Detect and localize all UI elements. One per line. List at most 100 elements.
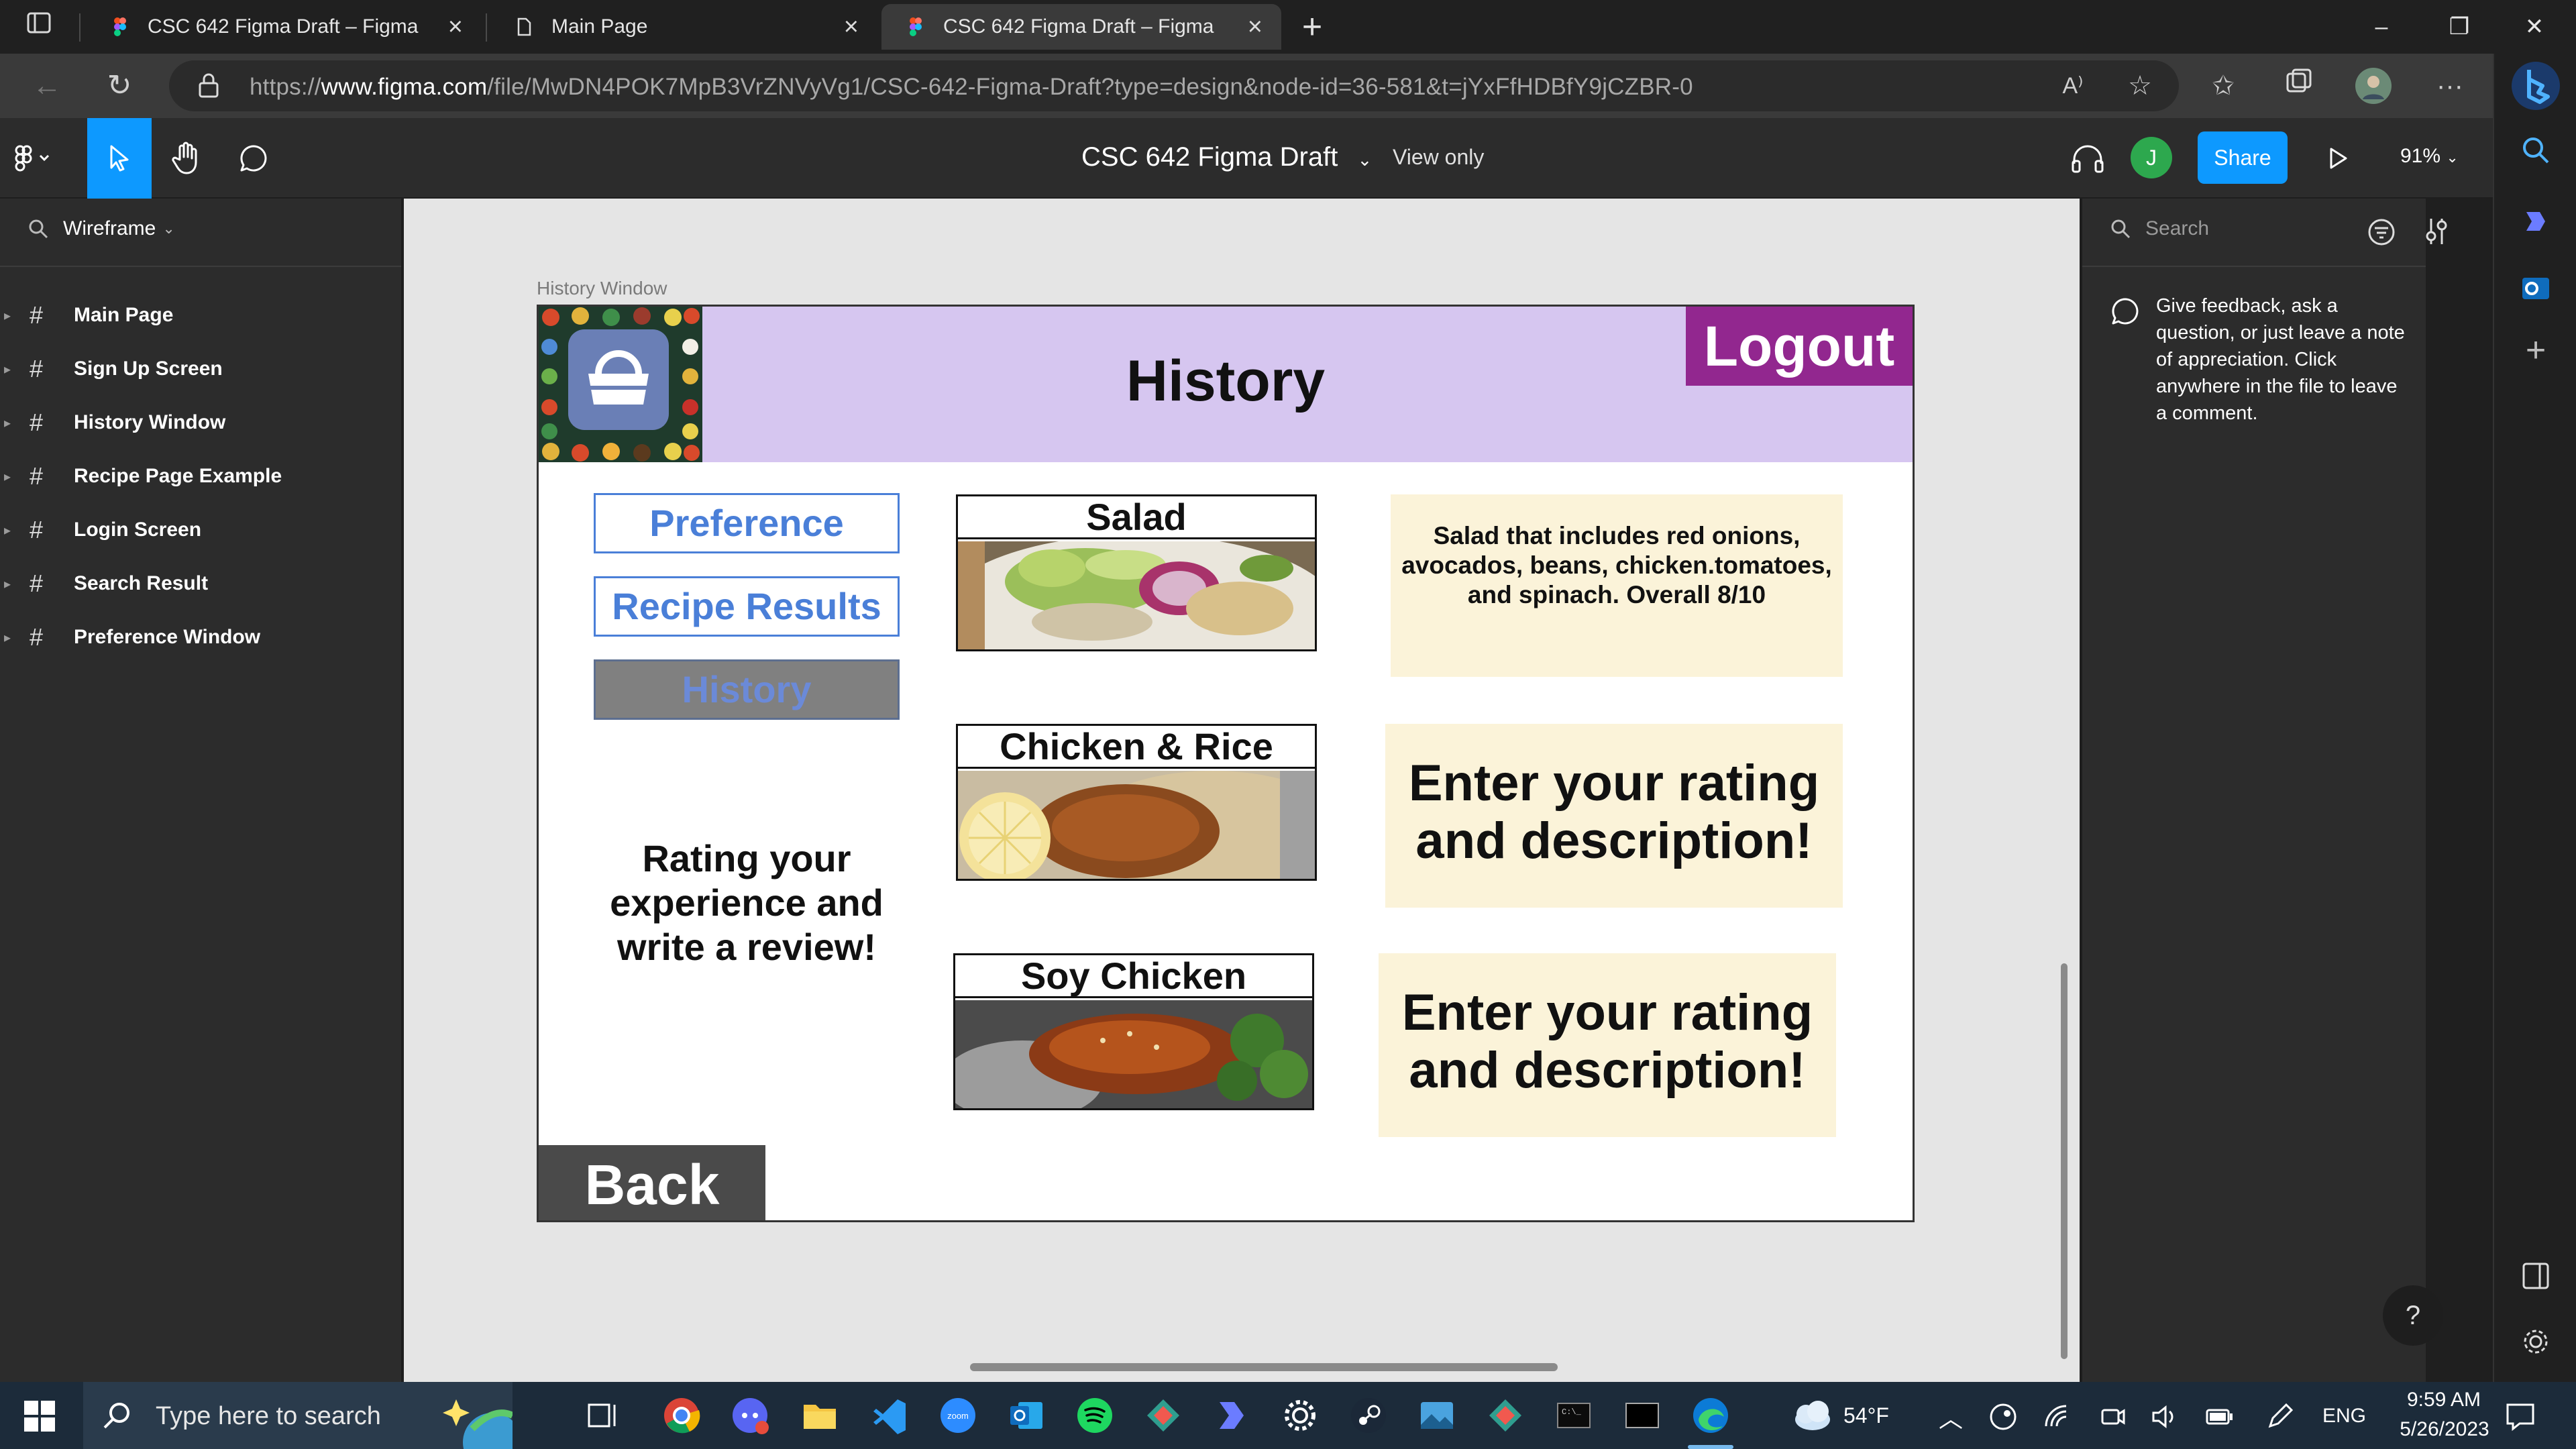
- caret-right-icon[interactable]: ▸: [4, 468, 24, 485]
- vertical-scrollbar[interactable]: [2061, 963, 2068, 1359]
- caret-right-icon[interactable]: ▸: [4, 576, 24, 592]
- git-kraken-icon-2[interactable]: [1487, 1397, 1524, 1434]
- address-bar[interactable]: https://www.figma.com/file/MwDN4POK7MpB3…: [169, 60, 2179, 111]
- hand-tool-icon[interactable]: [154, 118, 219, 199]
- settings-gear-icon[interactable]: [1281, 1397, 1319, 1434]
- layer-main-page[interactable]: ▸ # Main Page: [0, 294, 401, 337]
- document-title[interactable]: CSC 642 Figma Draft ⌄: [1081, 142, 1372, 172]
- settings-sliders-icon[interactable]: [2423, 216, 2450, 247]
- bing-copilot-icon[interactable]: [2509, 59, 2563, 113]
- present-play-icon[interactable]: [2306, 118, 2371, 199]
- close-tab-icon[interactable]: ×: [448, 14, 463, 40]
- layer-search-result[interactable]: ▸ # Search Result: [0, 562, 401, 605]
- minimize-icon[interactable]: –: [2355, 7, 2408, 47]
- page-selector[interactable]: Wireframe ⌄: [28, 217, 175, 240]
- language-indicator[interactable]: ENG: [2322, 1405, 2366, 1428]
- history-button[interactable]: History: [594, 659, 900, 720]
- zoom-icon[interactable]: zoom: [939, 1397, 977, 1434]
- add-sidebar-icon[interactable]: +: [2521, 333, 2551, 368]
- more-options-icon[interactable]: ···: [2431, 67, 2469, 105]
- move-tool-icon[interactable]: [87, 118, 152, 199]
- tab-figma-draft-active[interactable]: CSC 642 Figma Draft – Figma ×: [881, 4, 1281, 50]
- history-card-soy-chicken[interactable]: Soy Chicken: [953, 953, 1314, 1110]
- chrome-icon[interactable]: [663, 1397, 700, 1434]
- tab-figma-draft-1[interactable]: CSC 642 Figma Draft – Figma ×: [86, 4, 482, 50]
- spotify-icon[interactable]: [1076, 1397, 1114, 1434]
- audio-headphones-icon[interactable]: [2055, 118, 2120, 199]
- layer-preference-window[interactable]: ▸ # Preference Window: [0, 616, 401, 659]
- steam-tray-icon[interactable]: [1990, 1403, 2017, 1430]
- clock-time[interactable]: 9:59 AM: [2394, 1389, 2494, 1411]
- caret-right-icon[interactable]: ▸: [4, 415, 24, 431]
- layer-recipe-page-example[interactable]: ▸ # Recipe Page Example: [0, 455, 401, 498]
- salad-review-note[interactable]: Salad that includes red onions, avocados…: [1391, 494, 1843, 677]
- weather-temperature[interactable]: 54°F: [1843, 1403, 1889, 1428]
- favorite-add-icon[interactable]: ☆: [2121, 67, 2159, 105]
- chevron-up-icon[interactable]: ︿: [1939, 1399, 1963, 1434]
- url-text[interactable]: https://www.figma.com/file/MwDN4POK7MpB3…: [250, 74, 1693, 101]
- collections-icon[interactable]: [2279, 67, 2317, 105]
- lock-icon[interactable]: [197, 72, 220, 99]
- filter-icon[interactable]: [2367, 217, 2396, 247]
- git-kraken-icon[interactable]: [1144, 1397, 1182, 1434]
- command-prompt-icon[interactable]: [1623, 1397, 1661, 1434]
- discord-icon[interactable]: [731, 1397, 769, 1434]
- user-avatar[interactable]: J: [2131, 137, 2172, 178]
- history-card-salad[interactable]: Salad: [956, 494, 1317, 651]
- frame-label[interactable]: History Window: [537, 278, 667, 299]
- layer-sign-up-screen[interactable]: ▸ # Sign Up Screen: [0, 347, 401, 390]
- terminal-icon[interactable]: C:\_: [1555, 1397, 1593, 1434]
- back-icon[interactable]: ←: [28, 67, 66, 105]
- back-button[interactable]: Back: [539, 1145, 765, 1220]
- copilot-app-icon[interactable]: [1213, 1397, 1250, 1434]
- caret-right-icon[interactable]: ▸: [4, 629, 24, 646]
- layer-login-screen[interactable]: ▸ # Login Screen: [0, 508, 401, 551]
- network-icon[interactable]: [2043, 1403, 2070, 1430]
- volume-icon[interactable]: [2151, 1403, 2178, 1430]
- settings-gear-icon[interactable]: [2521, 1327, 2551, 1356]
- profile-avatar[interactable]: [2355, 67, 2392, 105]
- zoom-level[interactable]: 91% ⌄: [2400, 145, 2459, 168]
- notifications-icon[interactable]: [2505, 1402, 2536, 1432]
- outlook-icon[interactable]: [2520, 272, 2552, 305]
- battery-icon[interactable]: [2204, 1403, 2234, 1430]
- figma-menu-icon[interactable]: [0, 118, 64, 199]
- weather-cloud-icon[interactable]: [1788, 1397, 1834, 1434]
- sidebar-toggle-icon[interactable]: [2521, 1261, 2551, 1291]
- history-window-frame[interactable]: History Logout Preference Recipe Results…: [537, 305, 1915, 1222]
- task-view-icon[interactable]: [585, 1397, 623, 1434]
- caret-right-icon[interactable]: ▸: [4, 522, 24, 539]
- edge-browser-icon[interactable]: [1692, 1397, 1729, 1434]
- close-tab-icon[interactable]: ×: [1248, 14, 1263, 40]
- preference-button[interactable]: Preference: [594, 493, 900, 553]
- copilot-icon[interactable]: [2520, 205, 2552, 237]
- history-card-chicken-rice[interactable]: Chicken & Rice: [956, 724, 1317, 881]
- pen-input-icon[interactable]: [2265, 1402, 2294, 1432]
- file-explorer-icon[interactable]: [801, 1397, 839, 1434]
- chicken-rice-review-note[interactable]: Enter your rating and description!: [1385, 724, 1843, 908]
- help-button[interactable]: ?: [2383, 1285, 2443, 1346]
- logout-button[interactable]: Logout: [1686, 307, 1913, 386]
- comment-tool-icon[interactable]: [221, 118, 286, 199]
- meet-now-icon[interactable]: [2100, 1403, 2127, 1430]
- layer-history-window[interactable]: ▸ # History Window: [0, 401, 401, 444]
- soy-chicken-review-note[interactable]: Enter your rating and description!: [1379, 953, 1836, 1137]
- new-tab-icon[interactable]: +: [1293, 8, 1331, 46]
- horizontal-scrollbar[interactable]: [970, 1363, 1558, 1371]
- share-button[interactable]: Share: [2198, 131, 2288, 184]
- windows-start-icon[interactable]: [24, 1401, 55, 1432]
- close-tab-icon[interactable]: ×: [844, 14, 859, 40]
- taskbar-search-input[interactable]: Type here to search: [83, 1382, 513, 1449]
- outlook-icon[interactable]: [1008, 1397, 1045, 1434]
- tab-main-page[interactable]: Main Page ×: [490, 4, 877, 50]
- close-window-icon[interactable]: ✕: [2508, 7, 2561, 47]
- clock-date[interactable]: 5/26/2023: [2381, 1418, 2508, 1441]
- restore-icon[interactable]: ❐: [2432, 7, 2486, 47]
- vscode-icon[interactable]: [871, 1397, 908, 1434]
- photos-icon[interactable]: [1418, 1397, 1456, 1434]
- refresh-icon[interactable]: ↻: [101, 67, 138, 105]
- tab-actions-icon[interactable]: [20, 8, 58, 46]
- search-icon[interactable]: [2520, 134, 2552, 166]
- comments-search-input[interactable]: Search: [2110, 217, 2209, 240]
- design-canvas[interactable]: History Window History Logout Preference…: [404, 199, 2080, 1382]
